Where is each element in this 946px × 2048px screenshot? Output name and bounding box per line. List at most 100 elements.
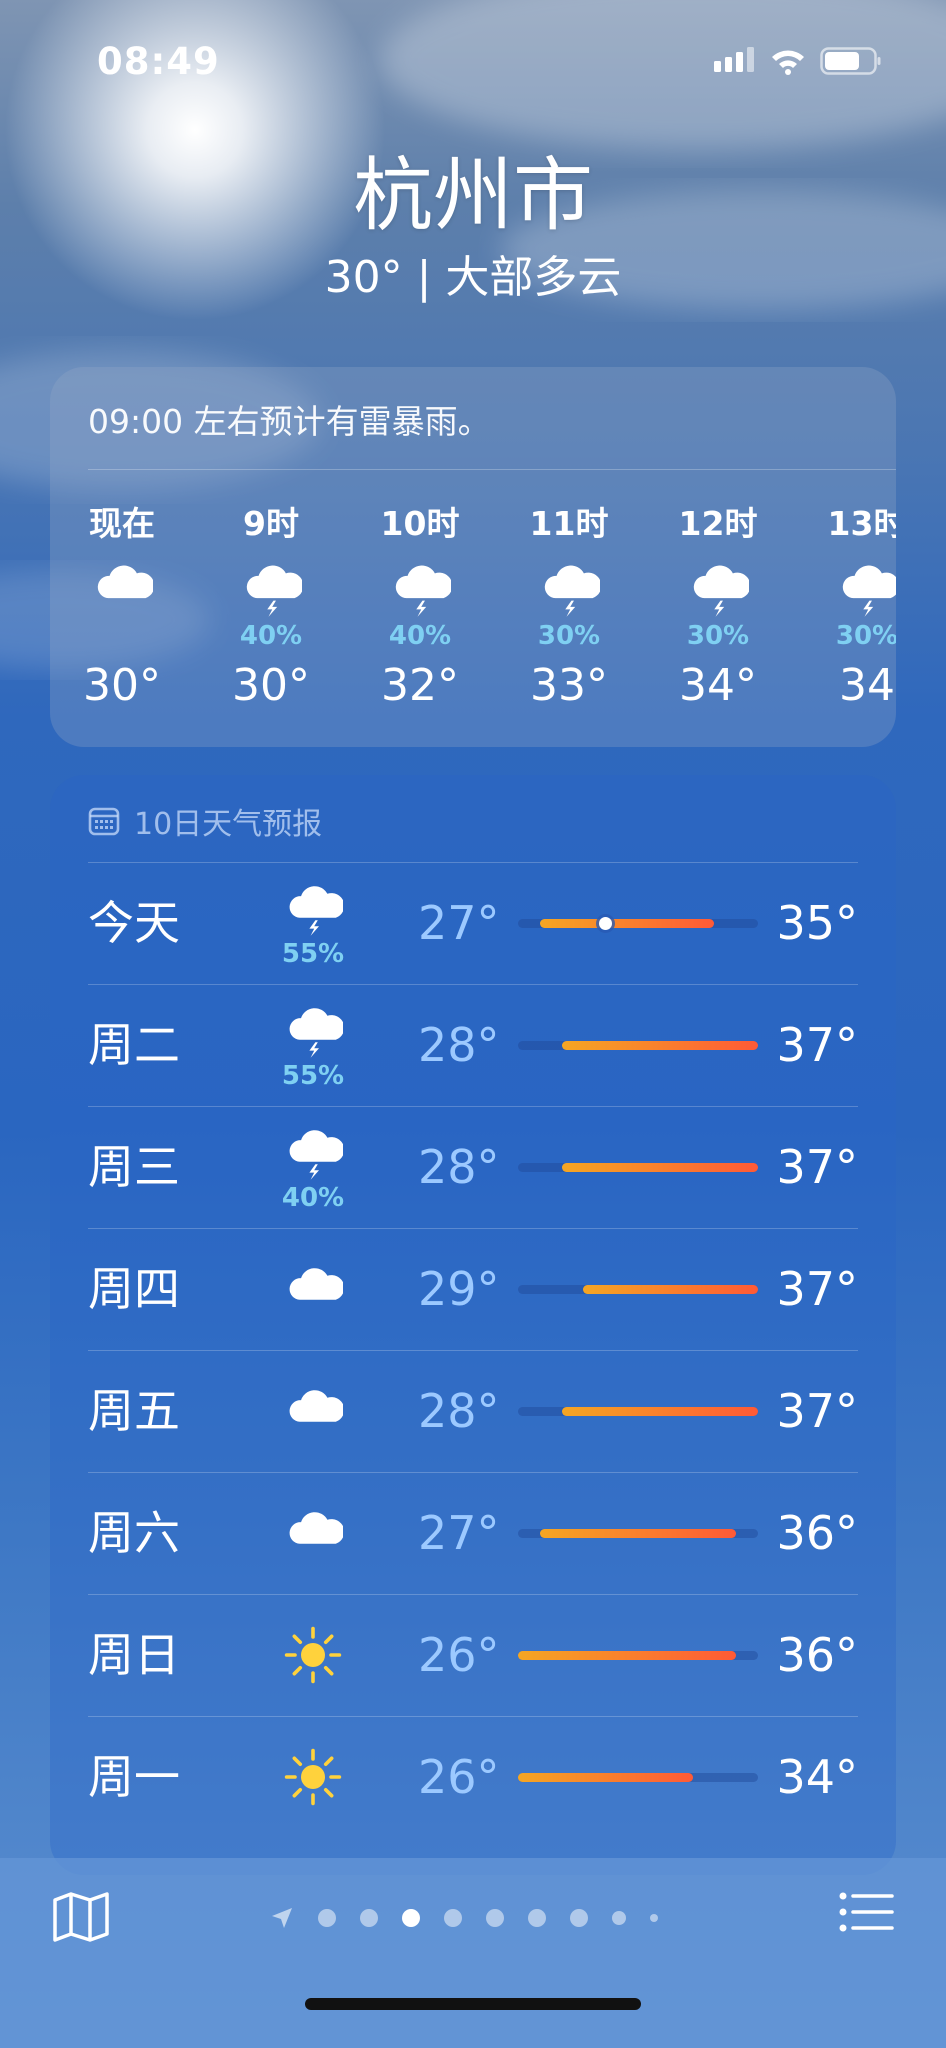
hourly-item: 10时 40% 32° [365, 502, 475, 714]
day-low-temp: 28° [418, 1384, 500, 1438]
day-weather-icon: 40% [268, 1106, 358, 1228]
page-dot[interactable] [570, 1909, 588, 1927]
weather-alert-text: 09:00 左右预计有雷暴雨。 [88, 402, 491, 441]
daily-row[interactable]: 周四 29° 37° [88, 1228, 858, 1350]
thunderstorm-icon [289, 1130, 343, 1180]
day-weather-icon [268, 1594, 358, 1716]
hour-label: 现在 [89, 504, 155, 543]
daily-row[interactable]: 今天 55% 27° 35° [88, 862, 858, 984]
temp-range-fill [539, 919, 715, 928]
hour-precip: 40% [388, 621, 452, 651]
daily-forecast-title: 10日天气预报 [88, 799, 322, 843]
page-dot[interactable] [528, 1909, 546, 1927]
page-dot[interactable] [444, 1909, 462, 1927]
temp-range-fill [561, 1407, 758, 1416]
daily-row[interactable]: 周五 28° 37° [88, 1350, 858, 1472]
location-arrow-icon [272, 1908, 292, 1928]
hourly-item: 现在 30° [67, 502, 177, 714]
temp-range-bar [518, 1773, 758, 1782]
hour-label: 10时 [380, 504, 460, 543]
day-high-temp: 37° [776, 1262, 858, 1316]
status-icons [712, 46, 882, 76]
daily-row[interactable]: 周日 26° 36° [88, 1594, 858, 1716]
cloud-icon [289, 1390, 343, 1422]
home-indicator[interactable] [305, 1998, 641, 2010]
day-precip: 55% [281, 939, 345, 969]
hour-precip: 30% [686, 621, 750, 651]
day-low-temp: 28° [418, 1018, 500, 1072]
hourly-forecast-card[interactable]: 09:00 左右预计有雷暴雨。 现在 30° 9时 40% 30° 10时 40% 32° 11… [50, 367, 896, 747]
hour-precip: 30% [835, 621, 896, 651]
thunderstorm-icon [842, 565, 896, 617]
cloud-icon [97, 565, 153, 599]
day-low-temp: 26° [418, 1750, 500, 1804]
temp-range-bar [518, 1651, 758, 1660]
day-high-temp: 35° [776, 896, 858, 950]
hour-label: 12时 [678, 504, 758, 543]
page-dot[interactable] [486, 1909, 504, 1927]
temp-range-bar [518, 1407, 758, 1416]
day-label: 周五 [88, 1384, 180, 1438]
thunderstorm-icon [289, 1008, 343, 1058]
daily-row[interactable]: 周三 40% 28° 37° [88, 1106, 858, 1228]
temp-range-fill [561, 1163, 758, 1172]
battery-icon [820, 47, 881, 75]
hour-temp: 34 [839, 660, 895, 711]
daily-row[interactable]: 周六 27° 36° [88, 1472, 858, 1594]
hour-precip: 40% [239, 621, 303, 651]
hourly-list[interactable]: 现在 30° 9时 40% 30° 10时 40% 32° 11时 30% 33° 12时 30% 34°… [50, 502, 896, 722]
list-button[interactable] [838, 1890, 894, 1938]
daily-row[interactable]: 周一 26° 34° [88, 1716, 858, 1838]
thunderstorm-icon [289, 886, 343, 936]
hourly-item: 13时 30% 34 [812, 502, 896, 714]
temp-range-bar [518, 1529, 758, 1538]
thunderstorm-icon [544, 565, 600, 617]
wifi-icon [772, 50, 804, 75]
hour-label: 11时 [529, 504, 609, 543]
hour-precip [67, 618, 177, 654]
page-dot[interactable] [318, 1909, 336, 1927]
map-button[interactable] [52, 1890, 110, 1948]
sun-icon [284, 1748, 342, 1806]
bottom-toolbar [0, 1858, 946, 2048]
page-dot-small[interactable] [612, 1911, 626, 1925]
day-label: 周三 [88, 1140, 180, 1194]
daily-row[interactable]: 周二 55% 28° 37° [88, 984, 858, 1106]
day-weather-icon [268, 1350, 358, 1472]
hour-temp: 34° [679, 660, 757, 711]
page-dot-active[interactable] [402, 1909, 420, 1927]
sun-icon [284, 1626, 342, 1684]
day-high-temp: 34° [776, 1750, 858, 1804]
day-high-temp: 37° [776, 1384, 858, 1438]
day-high-temp: 37° [776, 1140, 858, 1194]
day-weather-icon: 55% [268, 984, 358, 1106]
daily-forecast-card[interactable]: 10日天气预报 今天 55% 27° 35° 周二 55% 28° 37° 周三 40% 28° 37… [50, 775, 896, 1875]
page-dot[interactable] [360, 1909, 378, 1927]
hour-temp: 32° [381, 660, 459, 711]
temp-range-fill [518, 1651, 737, 1660]
status-bar: 08:49 [0, 40, 946, 90]
hour-icon [216, 546, 326, 618]
day-high-temp: 37° [776, 1018, 858, 1072]
day-high-temp: 36° [776, 1628, 858, 1682]
hour-temp: 30° [232, 660, 310, 711]
day-label: 周六 [88, 1506, 180, 1560]
day-low-temp: 28° [418, 1140, 500, 1194]
day-weather-icon [268, 1472, 358, 1594]
day-label: 周四 [88, 1262, 180, 1316]
day-precip: 40% [281, 1183, 345, 1213]
day-label: 周二 [88, 1018, 180, 1072]
page-indicator[interactable] [270, 1906, 658, 1930]
thunderstorm-icon [246, 565, 302, 617]
hourly-item: 9时 40% 30° [216, 502, 326, 714]
current-temp-marker [599, 917, 613, 930]
cellular-icon [714, 47, 754, 72]
page-dot-small[interactable] [650, 1914, 658, 1922]
hourly-item: 11时 30% 33° [514, 502, 624, 714]
day-high-temp: 36° [776, 1506, 858, 1560]
hour-icon [365, 546, 475, 618]
day-low-temp: 29° [418, 1262, 500, 1316]
temp-range-bar [518, 1041, 758, 1050]
hour-temp: 30° [83, 660, 161, 711]
hour-temp: 33° [530, 660, 608, 711]
